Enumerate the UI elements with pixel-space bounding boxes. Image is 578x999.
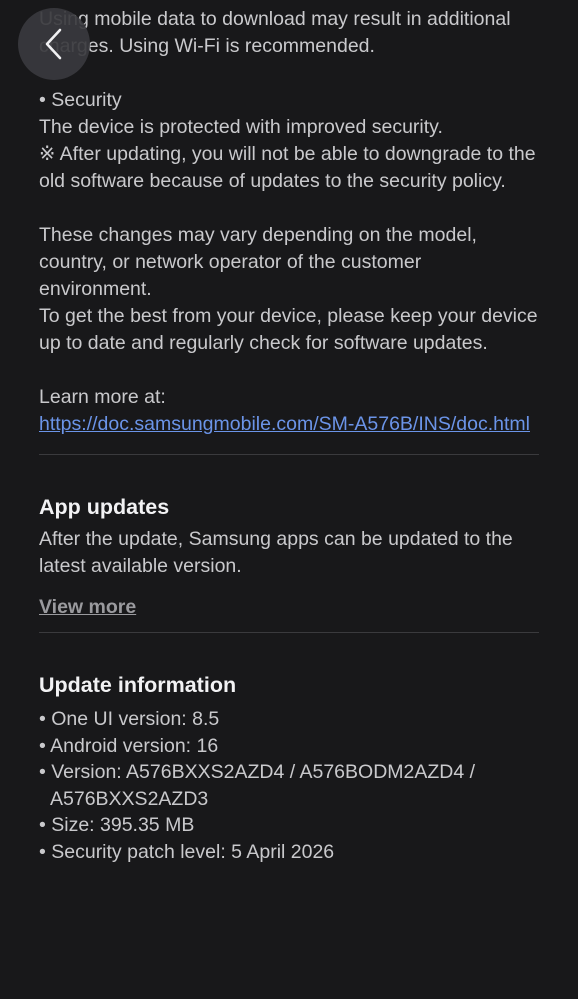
app-updates-heading: App updates (39, 495, 170, 519)
update-size: • Size: 395.35 MB (39, 814, 195, 836)
disclaimer-text: These changes may vary depending on the … (39, 224, 477, 300)
security-line: The device is protected with improved se… (39, 116, 443, 138)
learn-more-label: Learn more at: (39, 386, 166, 408)
chevron-left-icon (45, 28, 62, 60)
learn-more-link[interactable]: https://doc.samsungmobile.com/SM-A576B/I… (39, 413, 530, 435)
update-information-heading: Update information (39, 673, 237, 697)
view-more-button[interactable]: View more (39, 596, 136, 619)
android-version: • Android version: 16 (39, 734, 219, 757)
build-version: • Version: A576BXXS2AZD4 / A576BODM2AZD4… (39, 761, 476, 810)
release-notes-content: Using mobile data to download may result… (39, 6, 539, 865)
mobile-data-warning: Using mobile data to download may result… (39, 8, 511, 57)
security-note: ※ After updating, you will not be able t… (39, 143, 536, 192)
security-patch-level: • Security patch level: 5 April 2026 (39, 840, 335, 863)
security-title: • Security (39, 89, 122, 111)
one-ui-version: • One UI version: 8.5 (39, 708, 220, 730)
update-advice-text: To get the best from your device, please… (39, 305, 538, 354)
back-button[interactable] (18, 8, 90, 80)
app-updates-body: After the update, Samsung apps can be up… (39, 528, 513, 577)
update-information-list: • One UI version: 8.5 • Android version:… (39, 706, 539, 865)
